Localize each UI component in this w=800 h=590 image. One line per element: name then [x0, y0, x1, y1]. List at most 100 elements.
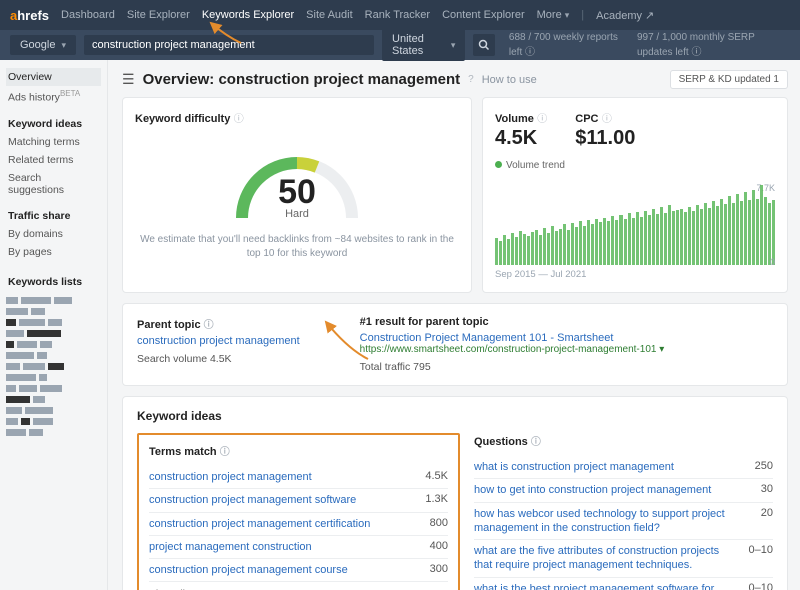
- parent-topic-link[interactable]: construction project management: [137, 335, 300, 347]
- help-icon[interactable]: ⓘ: [234, 114, 244, 125]
- keyword-link[interactable]: construction project management software: [149, 493, 412, 507]
- sidebar-matching-terms[interactable]: Matching terms: [6, 133, 101, 151]
- sidebar: Overview Ads historyBETA Keyword ideas M…: [0, 60, 108, 590]
- chart-range-from: Sep 2015 — Jul 2021: [495, 269, 586, 280]
- search-icon: [478, 39, 490, 51]
- keyword-link[interactable]: construction project management certific…: [149, 517, 412, 531]
- nav-keywords-explorer[interactable]: Keywords Explorer: [202, 9, 294, 21]
- idea-row[interactable]: project management construction400: [149, 536, 448, 559]
- quota-weekly: 688 / 700 weekly reports left ⓘ: [509, 32, 623, 58]
- quota-monthly: 997 / 1,000 monthly SERP updates left ⓘ: [637, 32, 790, 58]
- sidebar-group-ideas: Keyword ideas: [6, 115, 101, 133]
- keyword-link[interactable]: what is construction project management: [474, 460, 737, 474]
- help-icon[interactable]: ⓘ: [537, 114, 547, 125]
- volume-value: 4.5K: [495, 127, 547, 150]
- top-nav: ahrefs Dashboard Site Explorer Keywords …: [0, 0, 800, 30]
- keyword-link[interactable]: how has webcor used technology to suppor…: [474, 507, 737, 536]
- help-icon[interactable]: ⓘ: [220, 447, 230, 458]
- idea-row[interactable]: construction project management software…: [149, 489, 448, 512]
- idea-row[interactable]: how has webcor used technology to suppor…: [474, 503, 773, 541]
- nav-rank-tracker[interactable]: Rank Tracker: [365, 9, 430, 21]
- page-title: Overview: construction project managemen…: [143, 71, 461, 88]
- idea-row[interactable]: what are the five attributes of construc…: [474, 540, 773, 578]
- keyword-link[interactable]: what are the five attributes of construc…: [474, 544, 737, 573]
- nav-content-explorer[interactable]: Content Explorer: [442, 9, 525, 21]
- keyword-link[interactable]: construction project management course: [149, 563, 412, 577]
- idea-row[interactable]: construction project management certific…: [149, 513, 448, 536]
- terms-match-column: Terms match ⓘ construction project manag…: [137, 433, 460, 590]
- search-button[interactable]: [473, 34, 495, 56]
- parent-topic-volume: Search volume 4.5K: [137, 353, 300, 365]
- sidebar-group-traffic: Traffic share: [6, 207, 101, 225]
- help-icon[interactable]: ⓘ: [204, 320, 214, 331]
- idea-row[interactable]: construction project management4.5K: [149, 466, 448, 489]
- volume-label: Volume: [495, 113, 534, 125]
- cpc-label: CPC: [575, 113, 598, 125]
- nav-site-explorer[interactable]: Site Explorer: [127, 9, 190, 21]
- idea-row[interactable]: what is the best project management soft…: [474, 578, 773, 590]
- help-icon[interactable]: ⓘ: [531, 437, 541, 448]
- main-content: ☰ Overview: construction project managem…: [108, 60, 800, 590]
- cpc-value: $11.00: [575, 127, 635, 150]
- menu-icon[interactable]: ☰: [122, 71, 135, 88]
- nav-academy[interactable]: Academy ↗: [596, 9, 654, 22]
- result-1-traffic: Total traffic 795: [360, 361, 665, 373]
- keyword-volume: 800: [412, 517, 448, 531]
- card-volume: Volume ⓘ 4.5K CPC ⓘ $11.00 Volume trend …: [482, 97, 788, 293]
- idea-row[interactable]: what is construction project management2…: [474, 456, 773, 479]
- search-bar: Google▾ construction project management …: [0, 30, 800, 60]
- kd-label: Keyword difficulty: [135, 113, 230, 125]
- sidebar-ads-history[interactable]: Ads historyBETA: [6, 86, 101, 107]
- keyword-link[interactable]: what is the best project management soft…: [474, 582, 737, 590]
- result-1-title[interactable]: Construction Project Management 101 - Sm…: [360, 332, 665, 344]
- parent-topic-label: Parent topic: [137, 319, 201, 331]
- kd-word: Hard: [222, 208, 372, 220]
- result-1-url[interactable]: https://www.smartsheet.com/construction-…: [360, 344, 665, 355]
- keyword-volume: 250: [737, 460, 773, 474]
- sidebar-search-suggestions[interactable]: Search suggestions: [6, 169, 101, 199]
- questions-label: Questions: [474, 436, 528, 448]
- keyword-ideas-heading: Keyword ideas: [137, 409, 773, 423]
- nav-site-audit[interactable]: Site Audit: [306, 9, 352, 21]
- keyword-volume: 4.5K: [412, 470, 448, 484]
- kd-value: 50: [222, 173, 372, 212]
- sidebar-by-pages[interactable]: By pages: [6, 243, 101, 261]
- serp-update-button[interactable]: SERP & KD updated 1: [670, 70, 788, 89]
- keyword-volume: 0–10: [737, 582, 773, 590]
- kd-gauge: 50 Hard: [222, 133, 372, 223]
- kd-note: We estimate that you'll need backlinks f…: [135, 233, 459, 261]
- keyword-list-placeholder: [6, 297, 101, 436]
- card-parent-topic: Parent topic ⓘ construction project mana…: [122, 303, 788, 386]
- keyword-link[interactable]: project management construction: [149, 540, 412, 554]
- keyword-volume: 30: [737, 483, 773, 497]
- sidebar-overview[interactable]: Overview: [6, 68, 101, 86]
- card-keyword-ideas: Keyword ideas Terms match ⓘ construction…: [122, 396, 788, 590]
- sidebar-related-terms[interactable]: Related terms: [6, 151, 101, 169]
- keyword-link[interactable]: construction project management: [149, 470, 412, 484]
- engine-select[interactable]: Google▾: [10, 35, 76, 55]
- idea-row[interactable]: how to get into construction project man…: [474, 479, 773, 502]
- card-keyword-difficulty: Keyword difficulty ⓘ 50 Hard We estimate…: [122, 97, 472, 293]
- result-1-label: #1 result for parent topic: [360, 316, 665, 328]
- brand-logo: ahrefs: [10, 8, 49, 23]
- how-to-use[interactable]: How to use: [482, 74, 537, 86]
- country-select[interactable]: United States▾: [382, 29, 465, 61]
- sidebar-by-domains[interactable]: By domains: [6, 225, 101, 243]
- keyword-volume: 0–10: [737, 544, 773, 573]
- keyword-input[interactable]: construction project management: [84, 35, 374, 55]
- sidebar-keywords-lists: Keywords lists: [6, 273, 101, 291]
- idea-row[interactable]: construction project management course30…: [149, 559, 448, 582]
- keyword-link[interactable]: how to get into construction project man…: [474, 483, 737, 497]
- keyword-volume: 20: [737, 507, 773, 536]
- questions-column: Questions ⓘ what is construction project…: [474, 433, 773, 590]
- help-icon[interactable]: ⓘ: [602, 114, 612, 125]
- chart-min-label: 0: [770, 257, 775, 267]
- keyword-volume: 1.3K: [412, 493, 448, 507]
- keyword-volume: 300: [412, 563, 448, 577]
- nav-dashboard[interactable]: Dashboard: [61, 9, 115, 21]
- volume-trend-label: Volume trend: [495, 160, 775, 171]
- help-icon[interactable]: ?: [468, 74, 474, 85]
- terms-match-label: Terms match: [149, 446, 217, 458]
- volume-trend-chart: [495, 185, 775, 265]
- nav-more[interactable]: More ▾: [537, 9, 570, 21]
